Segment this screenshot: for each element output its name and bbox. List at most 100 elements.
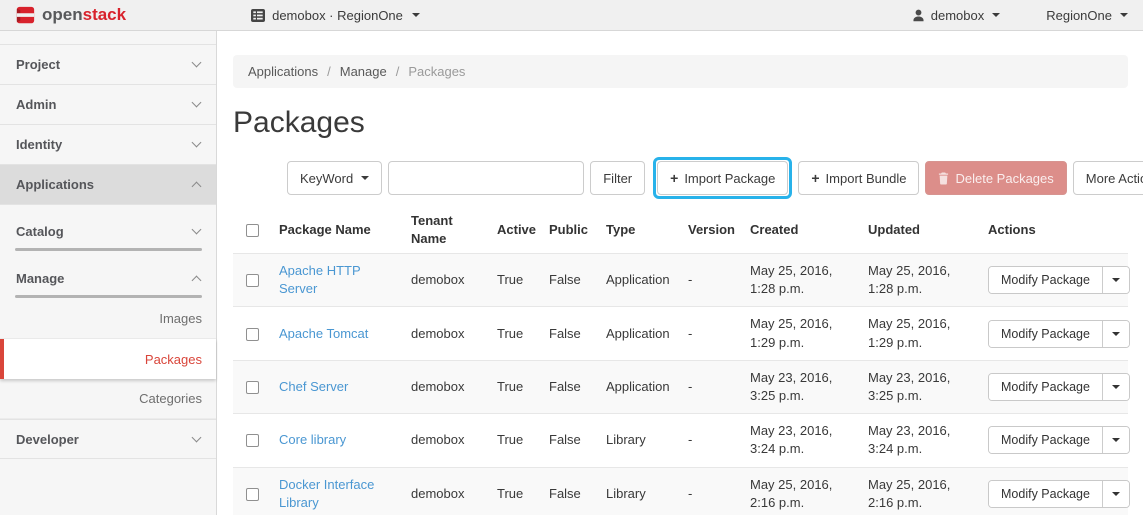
- column-header-updated: Updated: [860, 206, 980, 254]
- modify-package-button[interactable]: Modify Package: [989, 267, 1102, 293]
- filter-input[interactable]: [388, 161, 584, 195]
- table-row: Core library demobox True False Library …: [233, 414, 1128, 467]
- updated-cell: May 25, 2016, 1:29 p.m.: [860, 307, 980, 360]
- sidebar: Project Admin Identity Applications Cata…: [0, 31, 217, 515]
- modify-package-caret-button[interactable]: [1102, 321, 1129, 347]
- sidebar-item-identity[interactable]: Identity: [0, 125, 216, 165]
- main-content: Applications Manage Packages Packages Ke…: [218, 31, 1143, 515]
- select-all-checkbox[interactable]: [246, 224, 259, 237]
- more-actions-label: More Actions: [1086, 171, 1143, 186]
- chevron-down-icon: [1120, 13, 1128, 17]
- context-label: demobox · RegionOne: [272, 8, 403, 23]
- openstack-logo[interactable]: openstack: [15, 5, 126, 25]
- modify-package-button[interactable]: Modify Package: [989, 374, 1102, 400]
- breadcrumb-applications[interactable]: Applications: [248, 64, 340, 79]
- keyword-dropdown-label: KeyWord: [300, 171, 353, 186]
- package-name-link[interactable]: Apache HTTP Server: [279, 263, 360, 296]
- chevron-down-icon: [992, 13, 1000, 17]
- chevron-down-icon: [412, 13, 420, 17]
- row-checkbox[interactable]: [246, 381, 259, 394]
- sidebar-item-manage[interactable]: Manage: [0, 252, 216, 299]
- updated-cell: May 25, 2016, 1:28 p.m.: [860, 254, 980, 307]
- sidebar-item-project[interactable]: Project: [0, 45, 216, 85]
- chevron-down-icon: [192, 98, 202, 108]
- sidebar-item-admin[interactable]: Admin: [0, 85, 216, 125]
- sidebar-item-categories[interactable]: Categories: [0, 379, 216, 419]
- created-cell: May 23, 2016, 3:25 p.m.: [742, 360, 860, 413]
- modify-package-caret-button[interactable]: [1102, 267, 1129, 293]
- tenant-cell: demobox: [403, 360, 489, 413]
- packages-table: Package Name Tenant Name Active Public T…: [233, 206, 1128, 515]
- filter-button[interactable]: Filter: [590, 161, 645, 195]
- sidebar-item-images[interactable]: Images: [0, 299, 216, 339]
- sidebar-item-developer[interactable]: Developer: [0, 419, 216, 459]
- sidebar-item-label: Project: [16, 57, 60, 72]
- sidebar-item-label: Identity: [16, 137, 62, 152]
- region-menu-label: RegionOne: [1046, 8, 1112, 23]
- modify-package-caret-button[interactable]: [1102, 374, 1129, 400]
- row-checkbox[interactable]: [246, 328, 259, 341]
- column-header-type: Type: [598, 206, 680, 254]
- sidebar-item-label: Admin: [16, 97, 56, 112]
- sidebar-top-spacer: [0, 31, 216, 45]
- created-cell: May 25, 2016, 1:28 p.m.: [742, 254, 860, 307]
- user-menu-label: demobox: [931, 8, 984, 23]
- brand-text-stack: stack: [83, 5, 126, 24]
- column-header-active: Active: [489, 206, 541, 254]
- public-cell: False: [541, 307, 598, 360]
- more-actions-dropdown[interactable]: More Actions: [1073, 161, 1143, 195]
- table-toolbar: KeyWord Filter + Import Package + Import…: [233, 158, 1128, 198]
- column-header-created: Created: [742, 206, 860, 254]
- modify-package-button[interactable]: Modify Package: [989, 427, 1102, 453]
- chevron-down-icon: [1112, 438, 1120, 442]
- delete-packages-button-label: Delete Packages: [955, 171, 1053, 186]
- breadcrumb: Applications Manage Packages: [233, 55, 1128, 88]
- page-title: Packages: [233, 105, 1128, 140]
- sidebar-item-packages[interactable]: Packages: [0, 339, 216, 379]
- import-bundle-button-label: Import Bundle: [826, 171, 907, 186]
- version-cell: -: [680, 414, 742, 467]
- sidebar-item-catalog[interactable]: Catalog: [0, 205, 216, 252]
- sidebar-item-applications[interactable]: Applications: [0, 165, 216, 205]
- keyword-dropdown[interactable]: KeyWord: [287, 161, 382, 195]
- modify-package-button[interactable]: Modify Package: [989, 321, 1102, 347]
- chevron-down-icon: [192, 58, 202, 68]
- package-name-link[interactable]: Apache Tomcat: [279, 326, 368, 341]
- region-menu[interactable]: RegionOne: [1046, 8, 1128, 23]
- chevron-down-icon: [192, 138, 202, 148]
- active-cell: True: [489, 360, 541, 413]
- row-actions: Modify Package: [988, 480, 1130, 508]
- updated-cell: May 23, 2016, 3:24 p.m.: [860, 414, 980, 467]
- tenant-cell: demobox: [403, 307, 489, 360]
- tenant-cell: demobox: [403, 414, 489, 467]
- sidebar-item-label: Applications: [16, 177, 94, 192]
- import-package-button[interactable]: + Import Package: [657, 161, 788, 195]
- plus-icon: +: [670, 171, 678, 185]
- modify-package-button[interactable]: Modify Package: [989, 481, 1102, 507]
- row-actions: Modify Package: [988, 320, 1130, 348]
- row-actions: Modify Package: [988, 426, 1130, 454]
- active-cell: True: [489, 307, 541, 360]
- chevron-up-icon: [192, 276, 202, 286]
- type-cell: Application: [598, 307, 680, 360]
- version-cell: -: [680, 360, 742, 413]
- chevron-down-icon: [192, 432, 202, 442]
- modify-package-caret-button[interactable]: [1102, 481, 1129, 507]
- column-header-tenant-name: Tenant Name: [403, 206, 489, 254]
- package-name-link[interactable]: Core library: [279, 432, 346, 447]
- modify-package-caret-button[interactable]: [1102, 427, 1129, 453]
- user-menu[interactable]: demobox: [912, 8, 1000, 23]
- breadcrumb-manage[interactable]: Manage: [340, 64, 409, 79]
- delete-packages-button[interactable]: Delete Packages: [925, 161, 1066, 195]
- row-checkbox[interactable]: [246, 488, 259, 501]
- project-region-switcher[interactable]: demobox · RegionOne: [251, 8, 420, 23]
- row-checkbox[interactable]: [246, 434, 259, 447]
- chevron-down-icon: [361, 176, 369, 180]
- package-name-link[interactable]: Docker Interface Library: [279, 477, 374, 510]
- import-package-highlight-ring: + Import Package: [653, 157, 792, 199]
- created-cell: May 23, 2016, 3:24 p.m.: [742, 414, 860, 467]
- plus-icon: +: [811, 171, 819, 185]
- package-name-link[interactable]: Chef Server: [279, 379, 348, 394]
- row-checkbox[interactable]: [246, 274, 259, 287]
- import-bundle-button[interactable]: + Import Bundle: [798, 161, 919, 195]
